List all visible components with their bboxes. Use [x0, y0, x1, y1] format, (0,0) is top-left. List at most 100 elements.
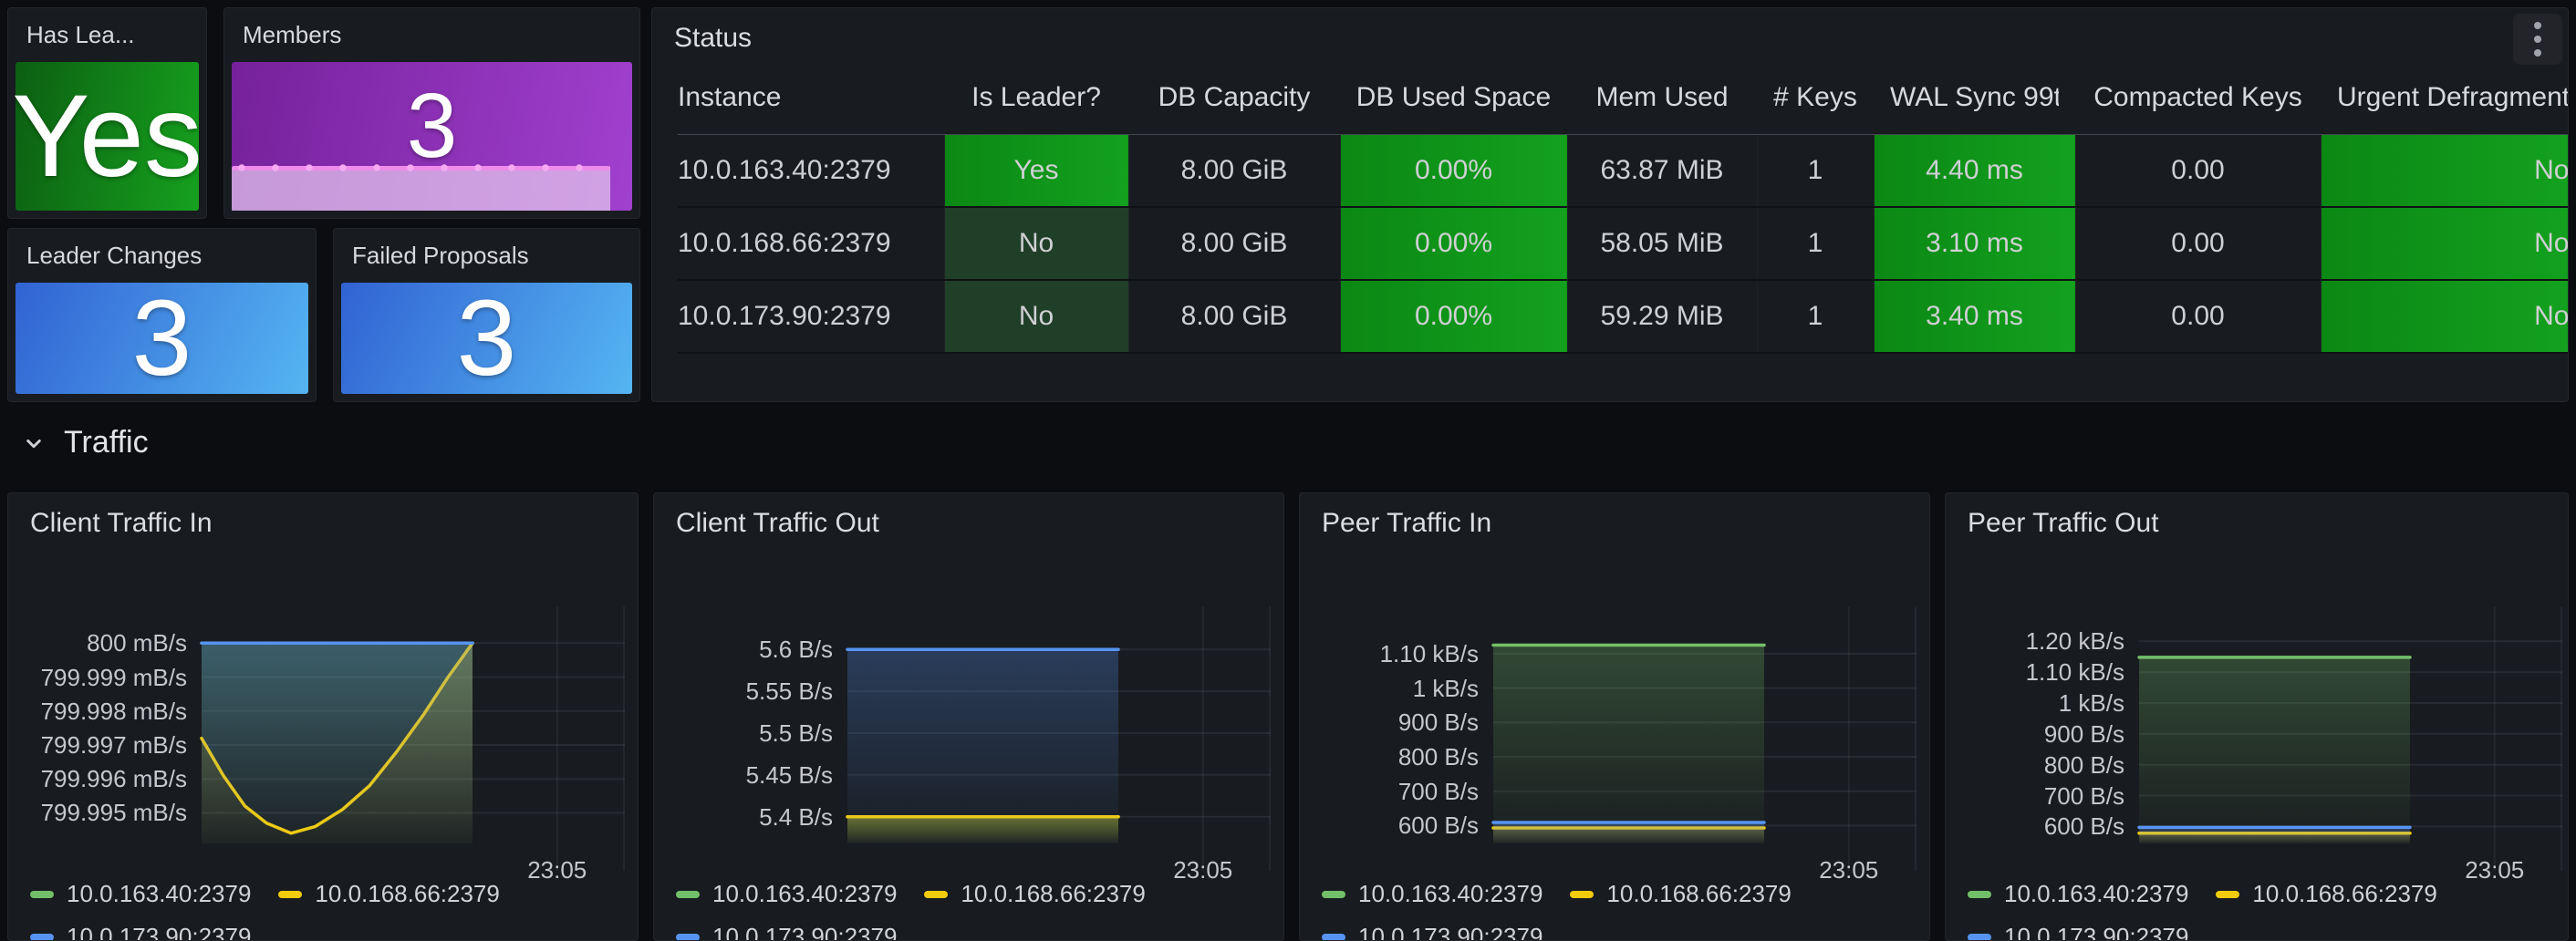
column-header[interactable]: Urgent Defragmented — [2321, 61, 2569, 134]
kebab-dot — [2534, 22, 2541, 29]
panel-client-traffic-out: Client Traffic Out 5.6 B/s5.55 B/s5.5 B/… — [653, 492, 1284, 941]
table-cell: 0.00 — [2075, 134, 2321, 207]
legend-series-label: 10.0.168.66:2379 — [1606, 880, 1791, 908]
column-header[interactable]: Compacted Keys — [2075, 61, 2321, 134]
y-axis-tick-label: 5.4 B/s — [654, 803, 833, 832]
y-axis-tick-label: 5.55 B/s — [654, 677, 833, 706]
legend-series-swatch — [676, 934, 700, 941]
chart-legend: 10.0.163.40:2379 10.0.168.66:2379 10.0.173… — [30, 880, 630, 941]
legend-series-label: 10.0.168.66:2379 — [2252, 880, 2436, 908]
chart-body: 5.6 B/s5.55 B/s5.5 B/s5.45 B/s5.4 B/s23:… — [654, 546, 1283, 940]
table-cell: 0.00% — [1340, 207, 1567, 280]
panel-menu-button[interactable] — [2513, 14, 2562, 65]
y-axis-tick-label: 1.20 kB/s — [1946, 627, 2124, 656]
legend-item[interactable]: 10.0.163.40:2379 — [1322, 880, 1542, 908]
chart-body: 800 mB/s799.999 mB/s799.998 mB/s799.997 … — [8, 546, 638, 940]
column-header[interactable]: # Keys — [1757, 61, 1874, 134]
legend-series-swatch — [1968, 934, 1991, 941]
legend-item[interactable]: 10.0.168.66:2379 — [278, 880, 499, 908]
chart-legend: 10.0.163.40:2379 10.0.168.66:2379 10.0.173… — [1968, 880, 2560, 941]
column-header[interactable]: DB Capacity — [1128, 61, 1340, 134]
table-row: 10.0.163.40:2379Yes8.00 GiB0.00%63.87 Mi… — [678, 134, 2569, 207]
stat-background: 3 — [232, 62, 632, 211]
legend-series-label: 10.0.163.40:2379 — [2004, 880, 2188, 908]
table-cell: 0.00 — [2075, 280, 2321, 353]
column-header[interactable]: Instance — [678, 61, 944, 134]
column-header[interactable]: Mem Used — [1567, 61, 1757, 134]
stat-background: Yes — [16, 62, 199, 211]
column-header[interactable]: WAL Sync 99th — [1874, 61, 2075, 134]
panel-members: Members 3 — [223, 7, 640, 219]
panel-title: Peer Traffic In — [1300, 493, 1929, 546]
table-cell: 3.10 ms — [1874, 207, 2075, 280]
table-cell: 1 — [1757, 134, 1874, 207]
table-cell: Yes — [944, 134, 1128, 207]
y-axis-tick-label: 600 B/s — [1300, 812, 1479, 840]
table-cell: No — [2321, 134, 2569, 207]
kebab-dot — [2534, 36, 2541, 43]
table-cell: 63.87 MiB — [1567, 134, 1757, 207]
legend-item[interactable]: 10.0.168.66:2379 — [2216, 880, 2436, 908]
stat-background: 3 — [16, 283, 308, 394]
column-header[interactable]: Is Leader? — [944, 61, 1128, 134]
panel-peer-traffic-out: Peer Traffic Out 1.20 kB/s1.10 kB/s1 kB/… — [1945, 492, 2569, 941]
panel-title: Failed Proposals — [334, 229, 639, 277]
table-cell: No — [2321, 207, 2569, 280]
legend-series-label: 10.0.173.90:2379 — [67, 923, 251, 941]
status-table-body: 10.0.163.40:2379Yes8.00 GiB0.00%63.87 Mi… — [678, 134, 2569, 353]
status-table: InstanceIs Leader?DB CapacityDB Used Spa… — [678, 61, 2569, 354]
legend-series-swatch — [30, 891, 54, 898]
y-axis-tick-label: 800 B/s — [1946, 751, 2124, 780]
table-cell: 8.00 GiB — [1128, 134, 1340, 207]
stat-background: 3 — [341, 283, 632, 394]
panel-has-leader: Has Lea... Yes — [7, 7, 207, 219]
table-cell: 58.05 MiB — [1567, 207, 1757, 280]
legend-item[interactable]: 10.0.163.40:2379 — [1968, 880, 2188, 908]
panel-client-traffic-in: Client Traffic In 800 mB/s799.999 mB/s79… — [7, 492, 639, 941]
legend-item[interactable]: 10.0.173.90:2379 — [30, 923, 251, 941]
legend-item[interactable]: 10.0.163.40:2379 — [676, 880, 897, 908]
table-row: 10.0.168.66:2379 No 8.00 GiB0.00%58.05 MiB… — [678, 207, 2569, 280]
legend-item[interactable]: 10.0.163.40:2379 — [30, 880, 251, 908]
y-axis-tick-label: 1 kB/s — [1946, 689, 2124, 718]
table-cell: 0.00% — [1340, 134, 1567, 207]
chart-canvas — [1493, 623, 1916, 843]
legend-series-label: 10.0.173.90:2379 — [2004, 923, 2188, 941]
legend-series-label: 10.0.173.90:2379 — [1358, 923, 1542, 941]
legend-item[interactable]: 10.0.173.90:2379 — [676, 923, 897, 941]
panel-status: Status InstanceIs Leader?DB CapacityDB U… — [651, 7, 2569, 402]
table-cell: 8.00 GiB — [1128, 207, 1340, 280]
chart-canvas — [847, 623, 1271, 843]
y-axis-tick-label: 700 B/s — [1300, 778, 1479, 806]
legend-item[interactable]: 10.0.168.66:2379 — [1570, 880, 1791, 908]
table-cell: 1 — [1757, 207, 1874, 280]
legend-item[interactable]: 10.0.173.90:2379 — [1322, 923, 1542, 941]
y-axis-tick-label: 1.10 kB/s — [1300, 640, 1479, 668]
legend-series-label: 10.0.163.40:2379 — [67, 880, 251, 908]
column-header[interactable]: DB Used Space — [1340, 61, 1567, 134]
panel-title: Status — [652, 8, 2568, 61]
legend-item[interactable]: 10.0.168.66:2379 — [924, 880, 1145, 908]
legend-series-label: 10.0.163.40:2379 — [1358, 880, 1542, 908]
y-axis-tick-label: 900 B/s — [1300, 708, 1479, 737]
stat-value: Yes — [12, 78, 203, 195]
y-axis-tick-label: 799.996 mB/s — [8, 765, 187, 793]
panel-failed-proposals: Failed Proposals 3 — [333, 228, 640, 402]
legend-series-swatch — [1322, 891, 1345, 898]
legend-series-label: 10.0.173.90:2379 — [712, 923, 897, 941]
panel-title: Leader Changes — [8, 229, 316, 277]
table-cell: 10.0.163.40:2379 — [678, 134, 944, 207]
y-axis-tick-label: 1 kB/s — [1300, 675, 1479, 703]
panel-title: Client Traffic Out — [654, 493, 1283, 546]
y-axis-tick-label: 700 B/s — [1946, 782, 2124, 811]
dashboard: Has Lea... Yes Members 3 Leader Changes … — [0, 0, 2576, 941]
chevron-down-icon[interactable] — [20, 429, 47, 457]
kebab-dot — [2534, 49, 2541, 57]
legend-item[interactable]: 10.0.173.90:2379 — [1968, 923, 2188, 941]
y-axis-tick-label: 5.45 B/s — [654, 761, 833, 790]
panel-peer-traffic-in: Peer Traffic In 1.10 kB/s1 kB/s900 B/s80… — [1299, 492, 1930, 941]
table-header-row: InstanceIs Leader?DB CapacityDB Used Spa… — [678, 61, 2569, 134]
chart-legend: 10.0.163.40:2379 10.0.168.66:2379 10.0.173… — [1322, 880, 1922, 941]
table-cell: 10.0.168.66:2379 — [678, 207, 944, 280]
section-traffic-header[interactable]: Traffic — [20, 425, 149, 460]
